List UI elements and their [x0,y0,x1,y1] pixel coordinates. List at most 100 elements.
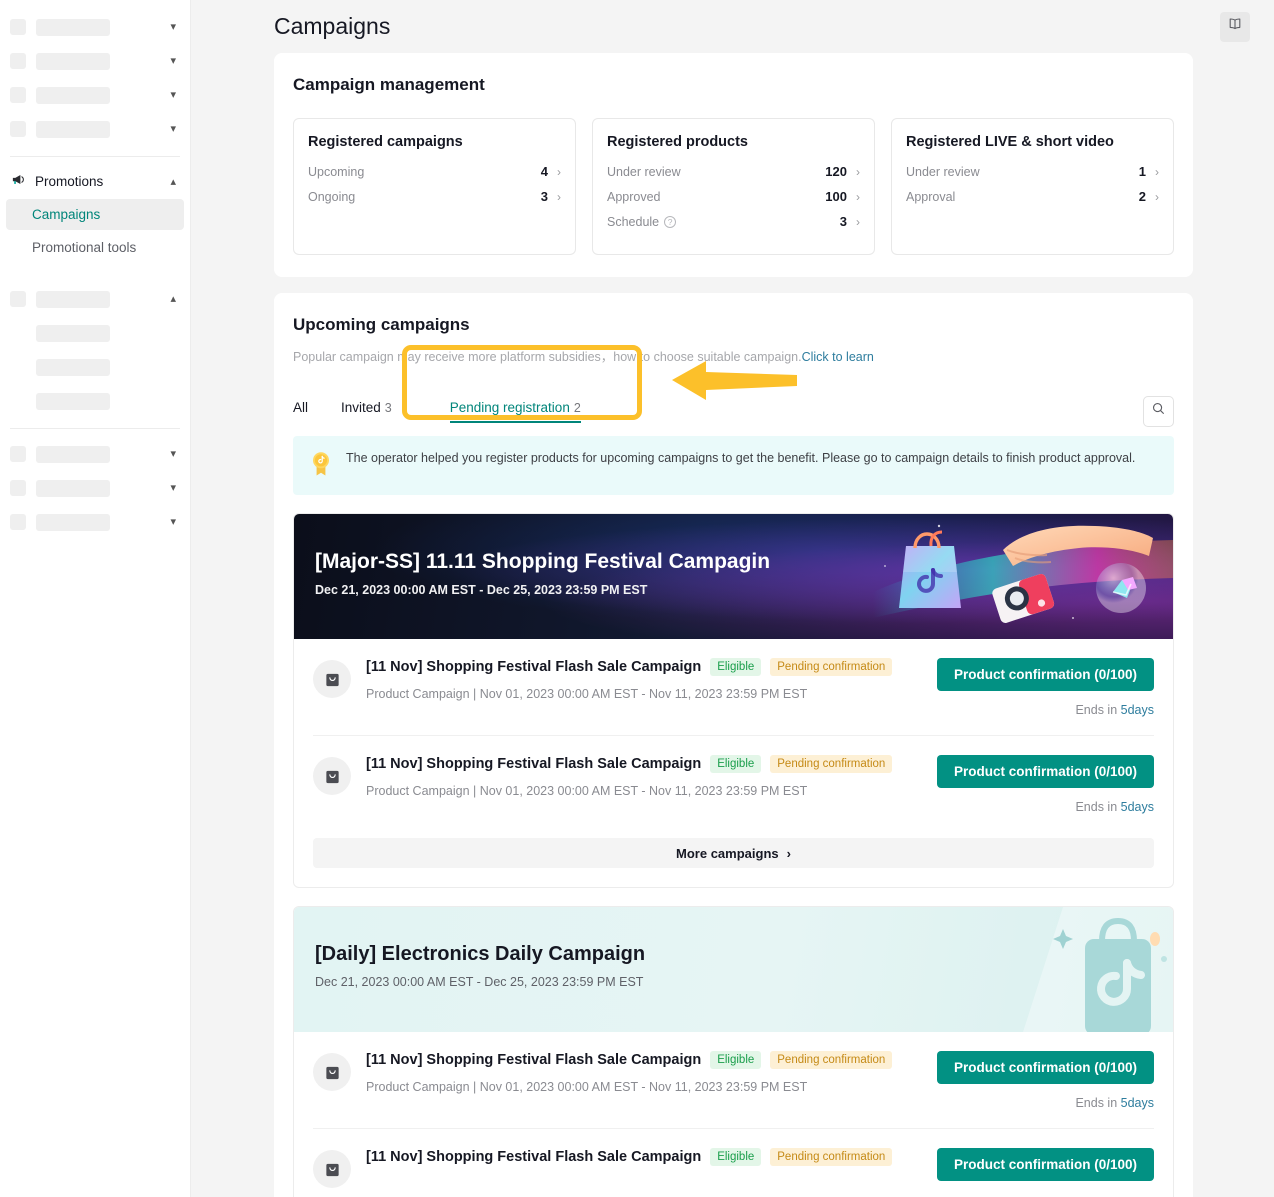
search-icon [1151,401,1166,421]
click-to-learn-link[interactable]: Click to learn [802,350,874,364]
stat-grid: Registered campaigns Upcoming 4 › Ongoin… [293,118,1174,255]
skeleton-icon [10,514,26,530]
banner-artwork [1023,907,1173,1033]
sidebar: ▾ ▾ ▾ ▾ Promotions ▴ Campaigns Promotion… [0,0,191,1197]
chevron-up-icon: ▴ [170,292,176,305]
stat-label: Approval [906,189,956,204]
campaign-banner[interactable]: [Major-SS] 11.11 Shopping Festival Campa… [294,514,1173,640]
section-title-upcoming: Upcoming campaigns [293,315,470,334]
ends-in-text: Ends in 5days [1075,703,1154,717]
campaign-banner-date: Dec 21, 2023 00:00 AM EST - Dec 25, 2023… [315,975,644,990]
campaign-row[interactable]: [11 Nov] Shopping Festival Flash Sale Ca… [313,735,1154,832]
chevron-down-icon: ▾ [170,20,176,33]
skeleton-label [36,392,110,410]
campaign-row[interactable]: [11 Nov] Shopping Festival Flash Sale Ca… [313,639,1154,735]
campaign-rows: [11 Nov] Shopping Festival Flash Sale Ca… [294,639,1173,869]
book-icon-button[interactable] [1220,11,1250,42]
skeleton-label [36,18,110,36]
chevron-down-icon: ▾ [170,54,176,67]
ends-in-prefix: Ends in [1075,800,1121,815]
skeleton-label [36,86,110,104]
skeleton-icon [10,87,26,103]
stat-row[interactable]: Upcoming 4 › [308,159,561,184]
campaign-banner[interactable]: [Daily] Electronics Daily Campaign Dec 2… [294,907,1173,1033]
tab-all[interactable]: All [293,400,308,423]
search-button[interactable] [1143,395,1174,427]
stat-row[interactable]: Under review 1 › [906,159,1159,184]
sidebar-item-promotional-tools[interactable]: Promotional tools [6,232,184,263]
sidebar-item-campaigns[interactable]: Campaigns [6,199,184,230]
ends-in-prefix: Ends in [1075,703,1121,718]
sidebar-skeleton-item: ▾ [0,44,190,78]
operator-notice: The operator helped you register product… [293,436,1174,496]
stat-value: 100 [825,189,847,204]
campaign-row[interactable]: [11 Nov] Shopping Festival Flash Sale Ca… [313,1128,1154,1197]
campaign-row-titleline: [11 Nov] Shopping Festival Flash Sale Ca… [366,755,919,774]
chevron-down-icon: ▾ [170,122,176,135]
avatar [313,757,351,796]
campaign-rows: [11 Nov] Shopping Festival Flash Sale Ca… [294,1032,1173,1197]
sidebar-skeleton-subitem [0,316,190,350]
sidebar-item-promotions[interactable]: Promotions ▴ [0,165,190,197]
campaign-row[interactable]: [11 Nov] Shopping Festival Flash Sale Ca… [313,1032,1154,1128]
status-badge-eligible: Eligible [710,658,762,677]
help-icon[interactable]: ? [664,215,677,228]
stat-value: 3 [540,189,548,204]
campaign-group: [Daily] Electronics Daily Campaign Dec 2… [293,906,1174,1197]
campaign-row-subtitle: Product Campaign | Nov 01, 2023 00:00 AM… [366,687,808,702]
more-campaigns-button[interactable]: More campaigns › [313,838,1154,869]
skeleton-label [36,358,110,376]
avatar [313,1053,351,1092]
stat-row[interactable]: Approval 2 › [906,184,1159,209]
sidebar-divider [10,156,180,157]
sidebar-divider [10,428,180,429]
chevron-right-icon: › [557,189,561,204]
megaphone-icon [11,172,26,190]
medal-icon [309,450,333,482]
more-campaigns-label: More campaigns [676,845,779,861]
stat-card-registered-products: Registered products Under review 120 › A… [592,118,875,255]
skeleton-label [36,513,110,531]
campaign-banner-date: Dec 21, 2023 00:00 AM EST - Dec 25, 2023… [315,583,648,598]
campaign-row-title: [11 Nov] Shopping Festival Flash Sale Ca… [366,756,702,773]
campaign-row-body: [11 Nov] Shopping Festival Flash Sale Ca… [366,1148,919,1167]
campaign-management-card: Campaign management Registered campaigns… [274,53,1193,277]
product-confirmation-button[interactable]: Product confirmation (0/100) [936,755,1154,789]
stat-value: 3 [839,214,847,229]
sidebar-skeleton-group: ▴ [0,282,190,316]
tab-invited[interactable]: Invited 3 [341,400,392,423]
product-confirmation-button[interactable]: Product confirmation (0/100) [936,658,1154,692]
stat-label: Ongoing [308,189,356,204]
campaign-row-actions: Product confirmation (0/100) Ends in 5da… [936,1051,1154,1110]
skeleton-label [36,324,110,342]
campaign-row-body: [11 Nov] Shopping Festival Flash Sale Ca… [366,1051,919,1094]
tab-count: 2 [573,400,581,415]
chevron-right-icon: › [856,189,860,204]
stat-label: Schedule ? [607,215,677,229]
chevron-right-icon: › [1155,164,1159,179]
stat-value: 1 [1138,164,1146,179]
stat-row[interactable]: Ongoing 3 › [308,184,561,209]
product-confirmation-button[interactable]: Product confirmation (0/100) [936,1148,1154,1182]
stat-row[interactable]: Under review 120 › [607,159,860,184]
chevron-down-icon: ▾ [170,447,176,460]
chevron-right-icon: › [856,164,860,179]
ends-in-text: Ends in 5days [1075,1096,1154,1110]
skeleton-icon [10,291,26,307]
campaign-row-titleline: [11 Nov] Shopping Festival Flash Sale Ca… [366,658,919,677]
chevron-down-icon: ▾ [170,481,176,494]
campaign-row-title: [11 Nov] Shopping Festival Flash Sale Ca… [366,659,702,676]
stat-card-title: Registered LIVE & short video [906,134,1114,150]
campaign-row-title: [11 Nov] Shopping Festival Flash Sale Ca… [366,1052,702,1069]
tab-pending-registration[interactable]: Pending registration 2 [449,400,581,423]
ends-in-prefix: Ends in [1075,1096,1121,1111]
stat-row[interactable]: Approved 100 › [607,184,860,209]
banner-artwork [873,524,1173,624]
product-confirmation-button[interactable]: Product confirmation (0/100) [936,1051,1154,1085]
campaign-row-titleline: [11 Nov] Shopping Festival Flash Sale Ca… [366,1051,919,1070]
stat-value: 2 [1138,189,1146,204]
stat-row[interactable]: Schedule ? 3 › [607,209,860,234]
stat-label: Upcoming [308,164,365,179]
tab-count: 3 [384,400,392,415]
avatar [313,1150,351,1189]
